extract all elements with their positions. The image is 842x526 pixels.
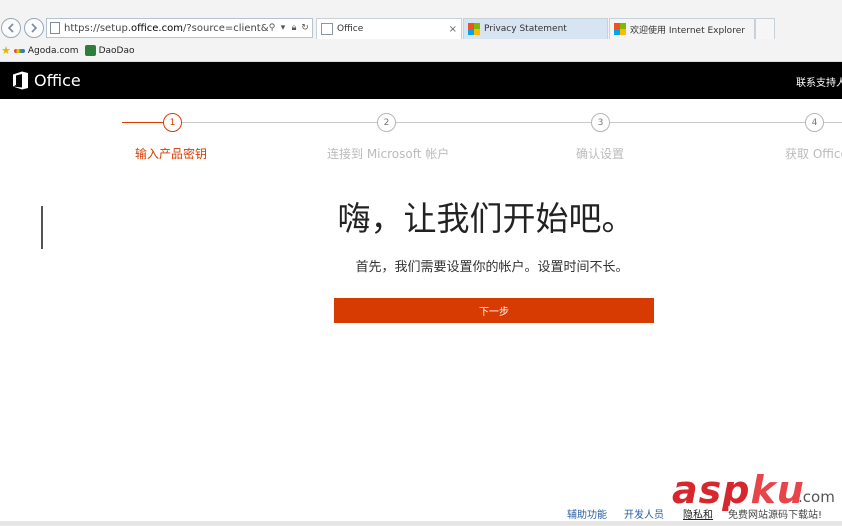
step-2-label: 连接到 Microsoft 帐户: [327, 147, 450, 161]
microsoft-logo-icon: [614, 23, 626, 35]
tab-label: Privacy Statement: [484, 24, 567, 34]
step-2-circle: 2: [377, 113, 396, 132]
tab-welcome-ie[interactable]: 欢迎使用 Internet Explorer: [609, 18, 755, 39]
office-tab-icon: [321, 23, 333, 35]
step-3-circle: 3: [591, 113, 610, 132]
tab-label: Office: [337, 24, 364, 34]
daodao-owl-icon: [84, 45, 96, 56]
page-title: 嗨，让我们开始吧。: [337, 199, 635, 238]
step-line: [182, 122, 386, 123]
url-text[interactable]: https://setup.office.com/?source=client&…: [64, 23, 268, 34]
step-line: [396, 122, 600, 123]
new-tab-button[interactable]: [755, 18, 775, 39]
step-line: [610, 122, 814, 123]
step-1-circle: 1: [163, 113, 182, 132]
office-logo[interactable]: Office: [12, 71, 81, 90]
page-icon: [50, 22, 60, 34]
url-domain: office.com: [131, 22, 183, 34]
refresh-icon[interactable]: ↻: [301, 23, 309, 33]
dropdown-icon[interactable]: ▾: [279, 23, 287, 33]
page-subtitle: 首先，我们需要设置你的帐户。设置时间不长。: [355, 260, 629, 275]
favorites-star-icon[interactable]: ★: [1, 44, 11, 57]
forward-arrow-icon: [31, 23, 38, 33]
watermark-tagline: 免费网站源码下载站!: [728, 506, 823, 521]
microsoft-logo-icon: [468, 23, 480, 35]
step-4-label: 获取 Office: [785, 147, 842, 161]
tab-privacy-statement[interactable]: Privacy Statement: [463, 18, 608, 39]
close-tab-icon[interactable]: ×: [449, 24, 457, 35]
step-1-label: 输入产品密钥: [135, 147, 208, 161]
office-brand-name: Office: [34, 71, 81, 90]
favorite-label: DaoDao: [98, 45, 135, 56]
back-arrow-icon: [7, 23, 14, 33]
contact-support-link[interactable]: 联系支持人: [796, 74, 842, 89]
forward-button[interactable]: [24, 18, 44, 38]
favorite-label: Agoda.com: [27, 45, 79, 56]
url-prefix: https://setup.: [64, 22, 131, 34]
favorites-bar: ★ Agoda.com DaoDao: [0, 41, 842, 60]
developers-link[interactable]: 开发人员: [624, 506, 664, 521]
office-header: Office: [0, 62, 842, 99]
back-button[interactable]: [1, 18, 21, 38]
step-3-label: 确认设置: [576, 147, 625, 161]
lock-icon[interactable]: 🔒︎: [290, 23, 298, 33]
agoda-icon: [13, 48, 25, 53]
address-bar[interactable]: https://setup.office.com/?source=client&…: [46, 18, 313, 38]
bottom-strip: [0, 521, 842, 526]
tab-office[interactable]: Office ×: [316, 18, 462, 39]
favorite-agoda[interactable]: Agoda.com: [13, 45, 79, 56]
step-4-circle: 4: [805, 113, 824, 132]
step-line: [824, 122, 842, 123]
next-button[interactable]: 下一步: [334, 298, 654, 323]
favorite-daodao[interactable]: DaoDao: [84, 45, 135, 56]
accessibility-link[interactable]: 辅助功能: [567, 506, 607, 521]
watermark-domain: .com: [798, 488, 835, 506]
tab-label: 欢迎使用 Internet Explorer: [630, 25, 745, 36]
search-icon[interactable]: ⚲: [268, 23, 276, 33]
step-line-active: [122, 122, 164, 123]
url-suffix: /?source=client&value=: [182, 22, 268, 34]
office-logo-icon: [13, 71, 28, 90]
